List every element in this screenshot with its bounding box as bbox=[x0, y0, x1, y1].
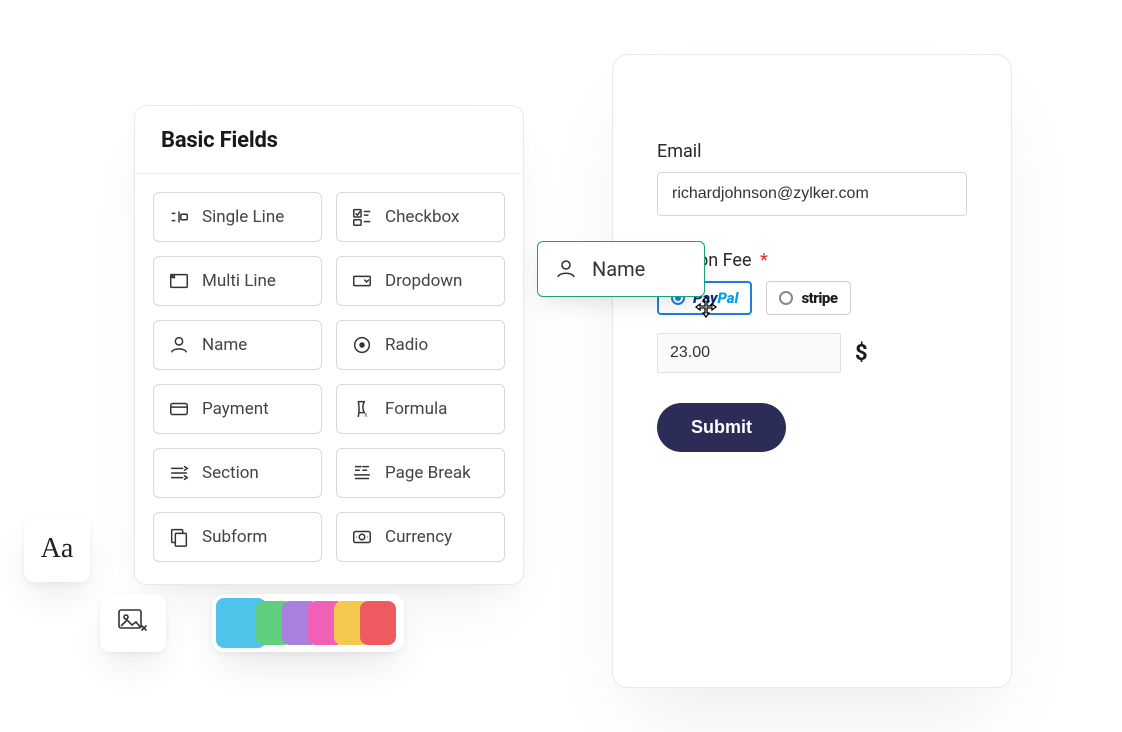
field-label: Payment bbox=[202, 399, 269, 419]
submit-button[interactable]: Submit bbox=[657, 403, 786, 452]
person-icon bbox=[168, 334, 190, 356]
field-label: Checkbox bbox=[385, 207, 459, 227]
panel-body: Single Line Checkbox Multi Line Dropdown bbox=[135, 174, 523, 584]
email-label: Email bbox=[657, 141, 967, 162]
multi-line-icon bbox=[168, 270, 190, 292]
swatch-6[interactable] bbox=[360, 601, 396, 645]
field-name[interactable]: Name bbox=[153, 320, 322, 370]
currency-symbol: $ bbox=[855, 341, 868, 366]
image-tool[interactable] bbox=[100, 594, 166, 652]
person-icon bbox=[554, 257, 578, 281]
field-label: Name bbox=[202, 335, 247, 355]
payment-option-stripe[interactable]: stripe bbox=[766, 281, 850, 315]
section-icon bbox=[168, 462, 190, 484]
typography-icon: Aa bbox=[41, 533, 74, 565]
typography-tool[interactable]: Aa bbox=[24, 516, 90, 582]
field-section[interactable]: Section bbox=[153, 448, 322, 498]
currency-icon bbox=[351, 526, 373, 548]
panel-title: Basic Fields bbox=[135, 106, 523, 174]
svg-text:x: x bbox=[364, 409, 368, 418]
radio-icon bbox=[779, 291, 793, 305]
field-subform[interactable]: Subform bbox=[153, 512, 322, 562]
field-label: Formula bbox=[385, 399, 447, 419]
field-formula[interactable]: x Formula bbox=[336, 384, 505, 434]
stripe-logo: stripe bbox=[801, 289, 837, 307]
email-field-block: Email bbox=[657, 141, 967, 216]
image-icon bbox=[118, 609, 148, 637]
field-multi-line[interactable]: Multi Line bbox=[153, 256, 322, 306]
field-checkbox[interactable]: Checkbox bbox=[336, 192, 505, 242]
dropdown-icon bbox=[351, 270, 373, 292]
dragged-field-ghost[interactable]: Name bbox=[537, 241, 705, 297]
payment-icon bbox=[168, 398, 190, 420]
field-label: Section bbox=[202, 463, 259, 483]
field-label: Radio bbox=[385, 335, 428, 355]
field-page-break[interactable]: Page Break bbox=[336, 448, 505, 498]
radio-icon bbox=[351, 334, 373, 356]
checkbox-icon bbox=[351, 206, 373, 228]
field-single-line[interactable]: Single Line bbox=[153, 192, 322, 242]
field-currency[interactable]: Currency bbox=[336, 512, 505, 562]
field-payment[interactable]: Payment bbox=[153, 384, 322, 434]
field-label: Currency bbox=[385, 527, 452, 547]
field-label: Single Line bbox=[202, 207, 284, 227]
amount-row: $ bbox=[657, 333, 967, 373]
field-label: Multi Line bbox=[202, 271, 276, 291]
amount-input[interactable] bbox=[657, 333, 841, 373]
required-mark: * bbox=[760, 250, 768, 271]
email-input[interactable] bbox=[657, 172, 967, 216]
field-radio[interactable]: Radio bbox=[336, 320, 505, 370]
subform-icon bbox=[168, 526, 190, 548]
basic-fields-panel: Basic Fields Single Line Checkbox Multi … bbox=[134, 105, 524, 585]
field-label: Page Break bbox=[385, 463, 471, 483]
color-palette[interactable] bbox=[212, 594, 404, 652]
single-line-icon bbox=[168, 206, 190, 228]
form-preview: Email stration Fee * PayPal stripe $ Sub… bbox=[612, 54, 1012, 688]
field-dropdown[interactable]: Dropdown bbox=[336, 256, 505, 306]
field-label: Dropdown bbox=[385, 271, 462, 291]
page-break-icon bbox=[351, 462, 373, 484]
drag-ghost-label: Name bbox=[592, 257, 645, 281]
field-label: Subform bbox=[202, 527, 267, 547]
formula-icon: x bbox=[351, 398, 373, 420]
